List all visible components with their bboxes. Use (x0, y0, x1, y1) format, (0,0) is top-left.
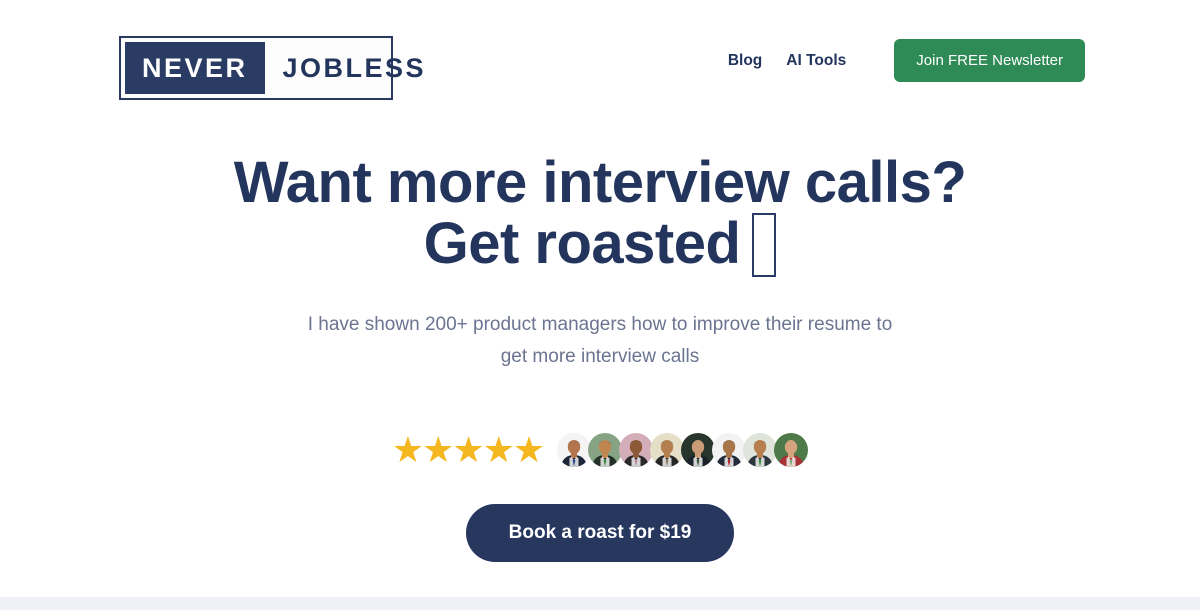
star-icon: ★ (422, 429, 454, 470)
avatar (743, 433, 778, 467)
rating-stars: ★ ★ ★ ★ ★ (391, 429, 545, 470)
customer-avatar-group (557, 433, 809, 467)
join-newsletter-button[interactable]: Join FREE Newsletter (894, 39, 1085, 82)
site-logo[interactable]: NEVER JOBLESS (119, 36, 424, 100)
subtitle-line-1: I have shown 200+ product managers how t… (307, 314, 803, 336)
avatar (681, 433, 716, 467)
cta-section: Book a roast for $19 (0, 504, 1200, 562)
star-icon: ★ (482, 429, 515, 470)
main-navigation: Blog AI Tools Join FREE Newsletter (728, 39, 1085, 82)
social-proof-row: ★ ★ ★ ★ ★ (0, 432, 1200, 468)
avatar (557, 433, 592, 467)
avatar (588, 433, 623, 467)
avatar (619, 433, 654, 467)
nav-link-ai-tools[interactable]: AI Tools (774, 39, 858, 82)
logo-word-never: NEVER (125, 42, 265, 94)
star-icon: ★ (452, 429, 484, 470)
nav-link-blog[interactable]: Blog (728, 39, 774, 82)
book-a-roast-button[interactable]: Book a roast for $19 (465, 504, 735, 562)
headline-line-2: Get roasted (0, 211, 1200, 278)
missing-glyph-box-icon (752, 213, 777, 278)
star-icon: ★ (391, 429, 424, 470)
logo-word-jobless: JOBLESS (282, 52, 427, 83)
avatar (774, 433, 809, 467)
headline-line-1: Want more interview calls? (233, 150, 967, 215)
star-icon: ★ (512, 429, 545, 470)
page-bottom-band (0, 597, 1200, 610)
site-header: NEVER JOBLESS Blog AI Tools Join FREE Ne… (0, 0, 1200, 120)
avatar (712, 433, 747, 467)
hero-section: Want more interview calls? Get roasted I… (0, 120, 1200, 373)
hero-subtitle: I have shown 200+ product managers how t… (300, 277, 900, 373)
page-title: Want more interview calls? Get roasted (0, 120, 1200, 278)
avatar (650, 433, 685, 467)
headline-line-2-text: Get roasted (423, 211, 741, 277)
